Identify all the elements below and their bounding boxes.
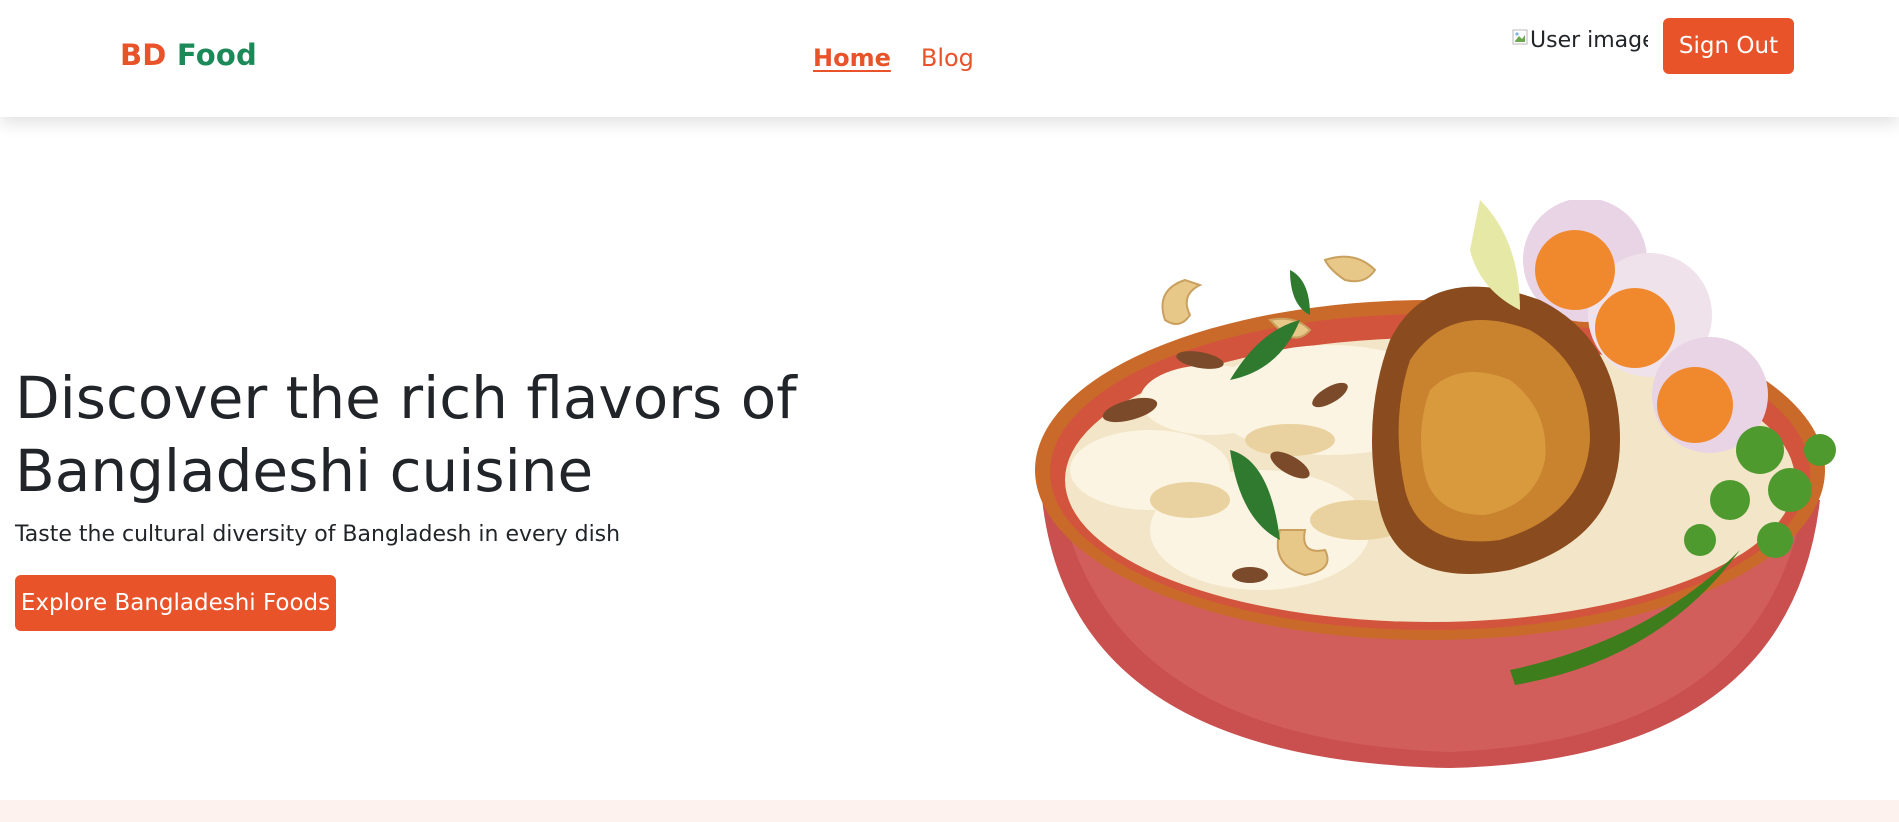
- brand-part-bd: BD: [120, 38, 167, 72]
- user-image-alt-text: User image: [1530, 27, 1648, 53]
- hero-subtitle: Taste the cultural diversity of Banglade…: [15, 522, 621, 547]
- brand-logo[interactable]: BD Food: [120, 38, 257, 72]
- broken-image-icon: [1512, 29, 1528, 45]
- next-section-band: [0, 800, 1899, 822]
- main-nav: Home Blog: [813, 44, 974, 72]
- explore-foods-button[interactable]: Explore Bangladeshi Foods: [15, 575, 336, 631]
- navbar: BD Food Home Blog User image Sign Out: [0, 0, 1899, 117]
- nav-link-home[interactable]: Home: [813, 44, 891, 72]
- nav-link-blog[interactable]: Blog: [921, 44, 974, 72]
- brand-part-food: Food: [176, 38, 257, 72]
- user-avatar[interactable]: User image: [1512, 26, 1648, 54]
- hero-title: Discover the rich flavors of Bangladeshi…: [15, 364, 797, 505]
- hero-dish-image: [1030, 198, 1860, 780]
- sign-out-button[interactable]: Sign Out: [1663, 18, 1794, 74]
